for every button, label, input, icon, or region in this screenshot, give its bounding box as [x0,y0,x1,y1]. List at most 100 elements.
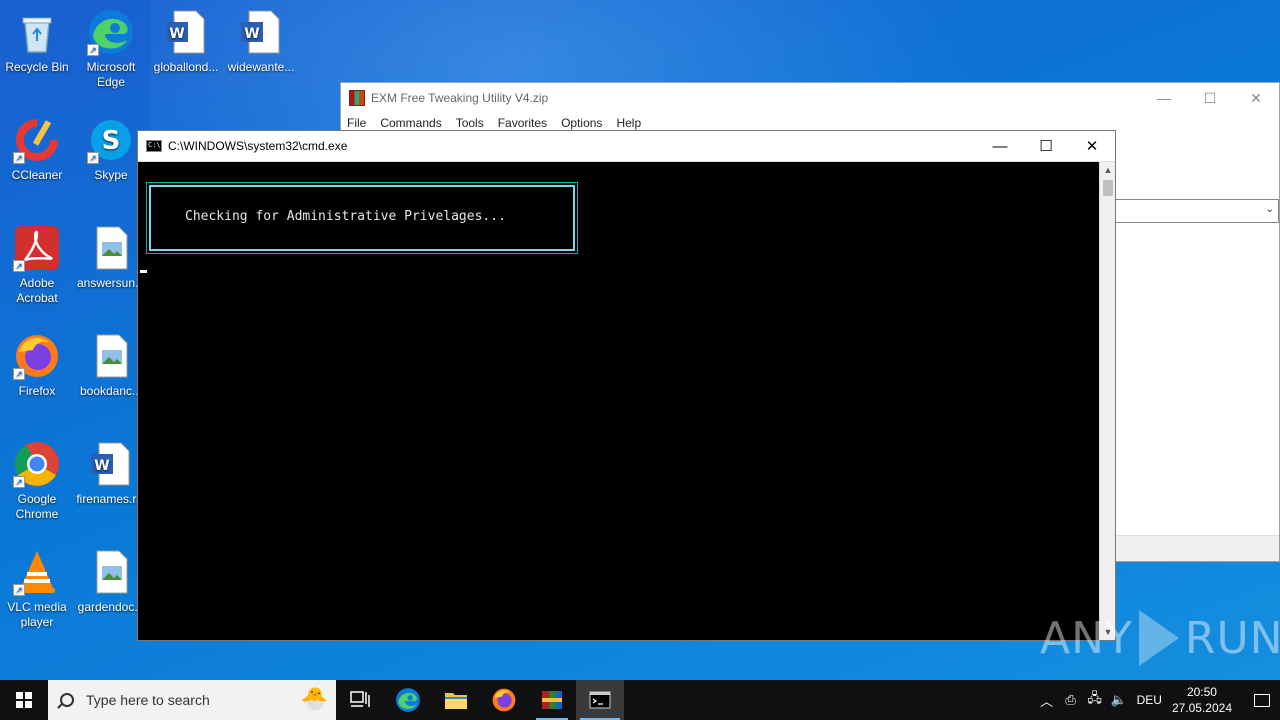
vlc-icon: ↗ [13,548,61,596]
clock[interactable]: 20:50 27.05.2024 [1172,684,1232,716]
menu-favorites[interactable]: Favorites [498,116,547,130]
start-button[interactable] [0,680,48,720]
desktop-icon-widewante[interactable]: W widewante... [224,8,298,75]
search-icon [60,693,74,707]
shortcut-arrow-icon: ↗ [13,368,25,380]
image-file-icon [87,224,135,272]
skype-icon: S ↗ [87,116,135,164]
meet-now-icon[interactable]: ⎙ [1059,692,1083,708]
maximize-button[interactable]: ☐ [1187,83,1233,113]
minimize-button[interactable]: — [1141,83,1187,113]
taskbar-file-explorer[interactable] [432,680,480,720]
cmd-icon [589,691,611,709]
word-doc-icon: W [237,8,285,56]
scroll-up-icon[interactable]: ▲ [1100,162,1116,178]
taskbar-firefox[interactable] [480,680,528,720]
svg-text:W: W [94,458,109,474]
volume-icon[interactable]: 🔈 [1107,692,1131,708]
language-indicator[interactable]: DEU [1137,693,1162,707]
shortcut-arrow-icon: ↗ [13,260,25,272]
svg-text:W: W [244,26,259,42]
taskbar-task-view[interactable] [336,680,384,720]
desktop-icon-label: Recycle Bin [5,60,69,74]
notification-center[interactable] [1244,680,1280,720]
image-file-icon [87,548,135,596]
console-output[interactable]: Checking for Administrative Privelages..… [138,162,1099,640]
winrar-titlebar[interactable]: EXM Free Tweaking Utility V4.zip [341,83,1279,113]
watermark-right: RUN [1184,612,1280,664]
shortcut-arrow-icon: ↗ [87,152,99,164]
shortcut-arrow-icon: ↗ [13,152,25,164]
desktop-icon-label: Firefox [18,384,56,398]
taskbar-winrar[interactable] [528,680,576,720]
close-button[interactable]: ✕ [1069,131,1115,161]
desktop-icon-label: CCleaner [11,168,63,182]
close-button[interactable]: ✕ [1233,83,1279,113]
watermark-left: ANY [1040,612,1133,664]
edge-icon: ↗ [87,8,135,56]
menu-help[interactable]: Help [616,116,641,130]
system-tray: ︿ ⎙ 🖧 🔈 DEU 20:50 27.05.2024 [1035,680,1280,720]
notification-icon [1254,693,1270,707]
network-icon[interactable]: 🖧 [1083,689,1107,711]
taskbar-edge[interactable] [384,680,432,720]
menu-tools[interactable]: Tools [456,116,484,130]
winrar-caption-buttons: — ☐ ✕ [1141,83,1279,113]
desktop-icon-label: widewante... [227,60,295,74]
desktop-icon-acrobat[interactable]: ↗ Adobe Acrobat [0,224,74,306]
anyrun-watermark: ANY RUN [1040,610,1280,666]
svg-text:W: W [169,26,184,42]
clock-time: 20:50 [1186,685,1217,699]
desktop-icon-label: VLC media player [7,600,67,629]
taskbar-search[interactable]: Type here to search 🐣 [48,680,336,720]
desktop-icon-ccleaner[interactable]: ↗ CCleaner [0,116,74,183]
winrar-path-dropdown[interactable]: ⌄ [1114,199,1279,223]
search-highlight-icon: 🐣 [300,686,328,711]
console-message-box: Checking for Administrative Privelages..… [146,182,578,254]
desktop-icon-label: globallond... [153,60,219,74]
folder-icon [445,693,467,709]
image-file-icon [87,332,135,380]
taskbar-cmd[interactable] [576,680,624,720]
shortcut-arrow-icon: ↗ [13,476,25,488]
menu-commands[interactable]: Commands [380,116,441,130]
windows-logo-icon [16,692,32,708]
chevron-up-icon[interactable]: ︿ [1035,691,1059,710]
chrome-icon: ↗ [13,440,61,488]
clock-date: 27.05.2024 [1171,701,1232,715]
firefox-icon [492,688,516,712]
minimize-button[interactable]: — [977,131,1023,161]
cmd-window[interactable]: C:\ C:\WINDOWS\system32\cmd.exe — ☐ ✕ Ch… [137,130,1116,641]
desktop-icon-label: Microsoft Edge [86,60,136,89]
cmd-caption-buttons: — ☐ ✕ [977,131,1115,161]
console-cursor [140,270,147,273]
console-message: Checking for Administrative Privelages..… [185,209,506,224]
menu-options[interactable]: Options [561,116,602,130]
cmd-titlebar[interactable]: C:\ C:\WINDOWS\system32\cmd.exe [138,131,1115,162]
menu-file[interactable]: File [347,116,366,130]
shortcut-arrow-icon: ↗ [13,584,25,596]
desktop-icon-recycle-bin[interactable]: Recycle Bin [0,8,74,75]
desktop-icon-globallond[interactable]: W globallond... [149,8,223,75]
winrar-icon [542,691,562,709]
scroll-thumb[interactable] [1103,180,1113,196]
desktop-icon-label: Adobe Acrobat [16,276,58,305]
desktop-icon-vlc[interactable]: ↗ VLC media player [0,548,74,630]
desktop-icon-edge[interactable]: ↗ Microsoft Edge [74,8,148,90]
desktop-icon-firefox[interactable]: ↗ Firefox [0,332,74,399]
search-placeholder: Type here to search [86,692,210,708]
desktop-icon-chrome[interactable]: ↗ Google Chrome [0,440,74,522]
winrar-icon [349,90,365,106]
cmd-title: C:\WINDOWS\system32\cmd.exe [168,139,348,153]
maximize-button[interactable]: ☐ [1023,131,1069,161]
chevron-down-icon: ⌄ [1265,204,1274,215]
word-doc-icon: W [87,440,135,488]
cmd-icon: C:\ [146,140,162,152]
ccleaner-icon: ↗ [13,116,61,164]
play-icon [1138,610,1179,666]
svg-text:S: S [102,126,121,156]
cmd-scrollbar[interactable]: ▲ ▼ [1099,162,1115,640]
recycle-bin-icon [13,8,61,56]
firefox-icon: ↗ [13,332,61,380]
shortcut-arrow-icon: ↗ [87,44,99,56]
